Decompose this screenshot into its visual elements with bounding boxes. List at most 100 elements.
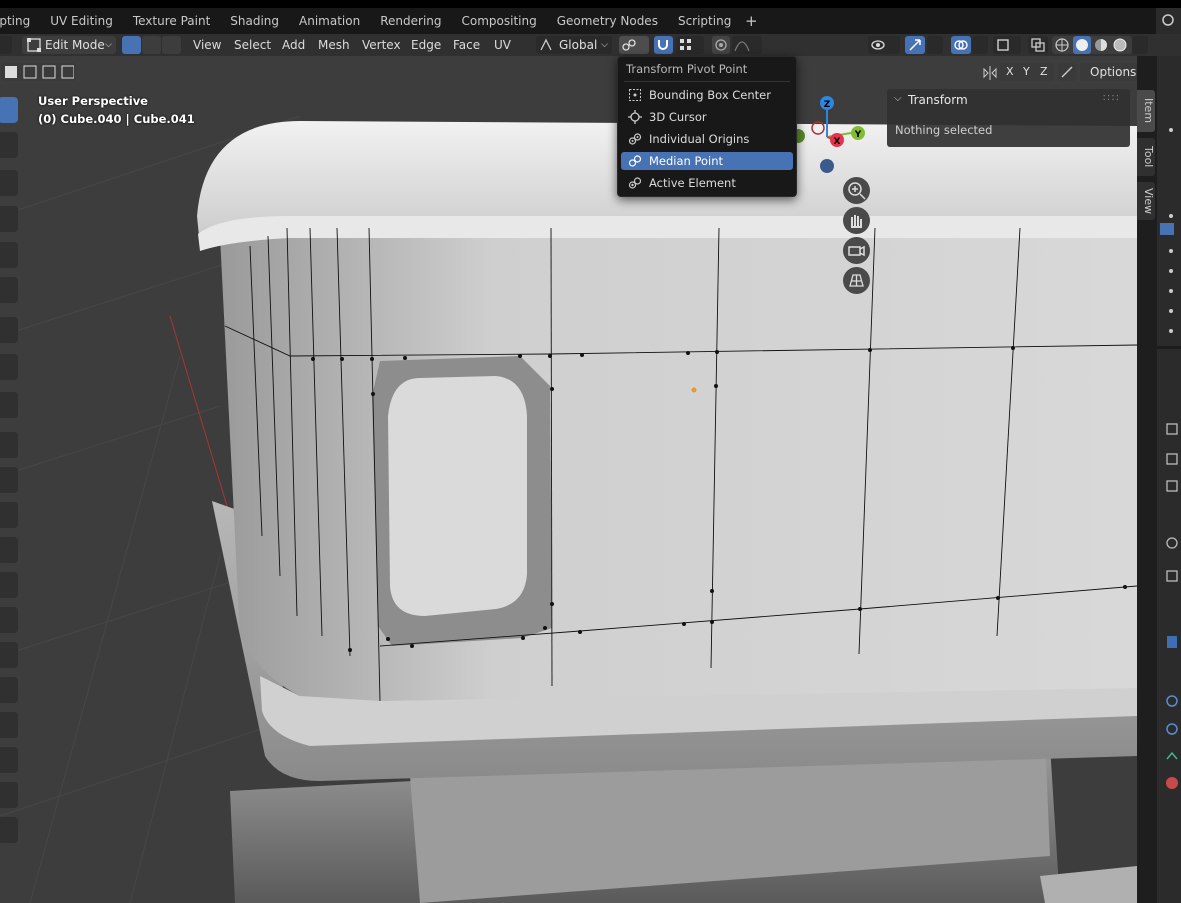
loop-cut-tool[interactable] [0, 537, 18, 563]
y-axis-label: Y [854, 130, 862, 140]
gizmo-dropdown[interactable] [927, 36, 943, 54]
menu-uv[interactable]: UV [494, 34, 511, 56]
solid-shading-icon[interactable] [1073, 36, 1091, 54]
move-tool[interactable] [0, 170, 18, 196]
proportional-edit-toggle[interactable] [712, 36, 730, 54]
visibility-selector[interactable] [868, 36, 900, 54]
edge-select-button[interactable] [142, 36, 161, 54]
overlay-dropdown[interactable] [972, 36, 988, 54]
axis-y-toggle[interactable]: Y [1023, 63, 1030, 81]
pivot-point-button[interactable] [619, 36, 649, 54]
poly-build-tool[interactable] [0, 607, 18, 633]
tab-compositing[interactable]: Compositing [452, 8, 547, 34]
navigation-gizmo[interactable]: Z Y X [790, 92, 870, 176]
xray-icon [1031, 38, 1045, 52]
spin-tool[interactable] [0, 642, 18, 668]
cursor-icon [628, 110, 642, 124]
editor-type-button[interactable] [0, 36, 12, 54]
mode-selector[interactable]: Edit Mode ⌵ [22, 36, 116, 54]
menu-item-active-element[interactable]: Active Element [621, 174, 793, 192]
chevron-down-icon[interactable]: ⌵ [894, 93, 902, 104]
camera-view-button[interactable] [843, 237, 870, 264]
cursor-tool[interactable] [0, 132, 18, 158]
tab-item[interactable]: Item [1137, 90, 1155, 132]
tab-animation[interactable]: Animation [289, 8, 370, 34]
axis-x-toggle[interactable]: X [1006, 63, 1014, 81]
material-shading-icon[interactable] [1093, 37, 1109, 53]
pan-button[interactable] [843, 207, 870, 234]
tab-view[interactable]: View [1137, 182, 1155, 220]
workspace-bar: opting UV Editing Texture Paint Shading … [0, 8, 1181, 34]
menu-select[interactable]: Select [234, 34, 271, 56]
menu-edge[interactable]: Edge [411, 34, 441, 56]
gizmo-toggle[interactable] [905, 36, 925, 54]
select-box-tool[interactable] [0, 97, 18, 123]
vertex-select-button[interactable] [122, 36, 141, 54]
mirror-icon[interactable] [982, 65, 998, 81]
top-strip [0, 0, 1181, 8]
auto-merge-toggle[interactable] [1058, 63, 1076, 81]
tab-rendering[interactable]: Rendering [370, 8, 451, 34]
inset-tool[interactable] [0, 467, 18, 493]
menu-title: Transform Pivot Point [626, 62, 748, 76]
menu-vertex[interactable]: Vertex [362, 34, 401, 56]
sidebar-transform-panel: ⌵ Transform :::: Nothing selected [887, 89, 1130, 147]
mesh-edit-overlay[interactable] [993, 36, 1021, 54]
tab-geometry-nodes[interactable]: Geometry Nodes [547, 8, 668, 34]
transform-tool[interactable] [0, 277, 18, 303]
merge-icon [1061, 66, 1073, 78]
rendered-shading-icon[interactable] [1112, 37, 1128, 53]
add-workspace-button[interactable]: + [741, 12, 761, 30]
annotate-tool[interactable] [0, 317, 18, 343]
scene-selector[interactable] [1156, 8, 1181, 34]
menu-item-individual-origins[interactable]: Individual Origins [621, 130, 793, 148]
shear-tool[interactable] [0, 782, 18, 808]
menu-item-bounding-box-center[interactable]: Bounding Box Center [621, 86, 793, 104]
tab-uv-editing[interactable]: UV Editing [40, 8, 123, 34]
wireframe-shading-icon[interactable] [1054, 37, 1070, 53]
menu-add[interactable]: Add [282, 34, 305, 56]
edge-slide-tool[interactable] [0, 712, 18, 738]
menu-item-3d-cursor[interactable]: 3D Cursor [621, 108, 793, 126]
orientation-selector[interactable]: Global ⌵ [536, 36, 612, 54]
perspective-label: User Perspective [38, 94, 148, 108]
transform-section-title[interactable]: Transform [908, 93, 968, 107]
menu-view[interactable]: View [193, 34, 221, 56]
snap-toggle[interactable] [654, 36, 673, 54]
menu-face[interactable]: Face [453, 34, 480, 56]
neg-z-axis[interactable] [820, 159, 834, 173]
tab-tool[interactable]: Tool [1137, 138, 1155, 176]
tab-shading[interactable]: Shading [220, 8, 289, 34]
rip-tool[interactable] [0, 817, 18, 843]
selection-mode-group[interactable] [2, 63, 76, 81]
bevel-tool[interactable] [0, 502, 18, 528]
rotate-tool[interactable] [0, 206, 18, 232]
tab-texture-paint[interactable]: Texture Paint [123, 8, 220, 34]
gizmo-icon [909, 39, 921, 51]
neg-x-axis[interactable] [811, 121, 825, 135]
median-point-icon [628, 155, 642, 167]
menu-item-median-point[interactable]: Median Point [621, 152, 793, 170]
axis-z-toggle[interactable]: Z [1040, 63, 1048, 81]
drag-handle-icon[interactable]: :::: [1103, 92, 1120, 103]
add-cube-tool[interactable] [0, 392, 18, 418]
shading-dropdown[interactable] [1132, 36, 1148, 54]
overlay-toggle[interactable] [951, 36, 971, 54]
face-select-button[interactable] [162, 36, 181, 54]
tab-scripting[interactable]: Scripting [668, 8, 741, 34]
smooth-tool[interactable] [0, 677, 18, 703]
tab-layout[interactable]: opting [0, 8, 40, 34]
shrink-fatten-tool[interactable] [0, 747, 18, 773]
ortho-toggle-button[interactable] [843, 267, 870, 294]
extrude-tool[interactable] [0, 432, 18, 458]
scale-tool[interactable] [0, 242, 18, 268]
zoom-button[interactable] [843, 177, 870, 204]
3d-viewport[interactable] [0, 56, 1137, 903]
snap-target-selector[interactable] [676, 36, 704, 54]
menu-mesh[interactable]: Mesh [318, 34, 350, 56]
measure-tool[interactable] [0, 354, 18, 380]
xray-toggle[interactable] [1028, 36, 1048, 54]
knife-tool[interactable] [0, 572, 18, 598]
falloff-selector[interactable] [732, 36, 762, 54]
zoom-icon [848, 182, 866, 200]
